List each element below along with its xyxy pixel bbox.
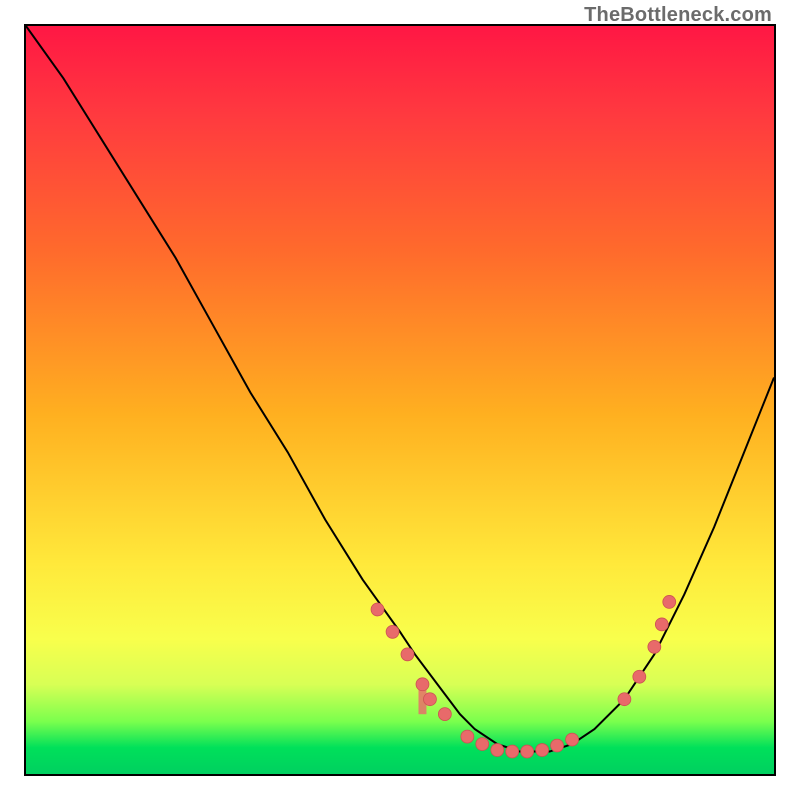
data-point (618, 693, 631, 706)
data-point (521, 745, 534, 758)
data-point (633, 670, 646, 683)
plot-area (24, 24, 776, 776)
data-point (371, 603, 384, 616)
data-point (551, 739, 564, 752)
data-point (438, 708, 451, 721)
data-point-bar (419, 684, 427, 714)
bottleneck-chart: TheBottleneck.com (0, 0, 800, 800)
data-point (491, 744, 504, 757)
data-point (423, 693, 436, 706)
chart-overlay (26, 26, 774, 774)
data-point (506, 745, 519, 758)
data-points (371, 595, 676, 758)
data-point (386, 625, 399, 638)
data-point (566, 733, 579, 746)
data-point (536, 744, 549, 757)
data-point (476, 738, 489, 751)
data-point (461, 730, 474, 743)
data-point (401, 648, 414, 661)
data-point (655, 618, 668, 631)
data-point (648, 640, 661, 653)
bottleneck-curve (26, 26, 774, 752)
data-point (663, 595, 676, 608)
data-point (416, 678, 429, 691)
